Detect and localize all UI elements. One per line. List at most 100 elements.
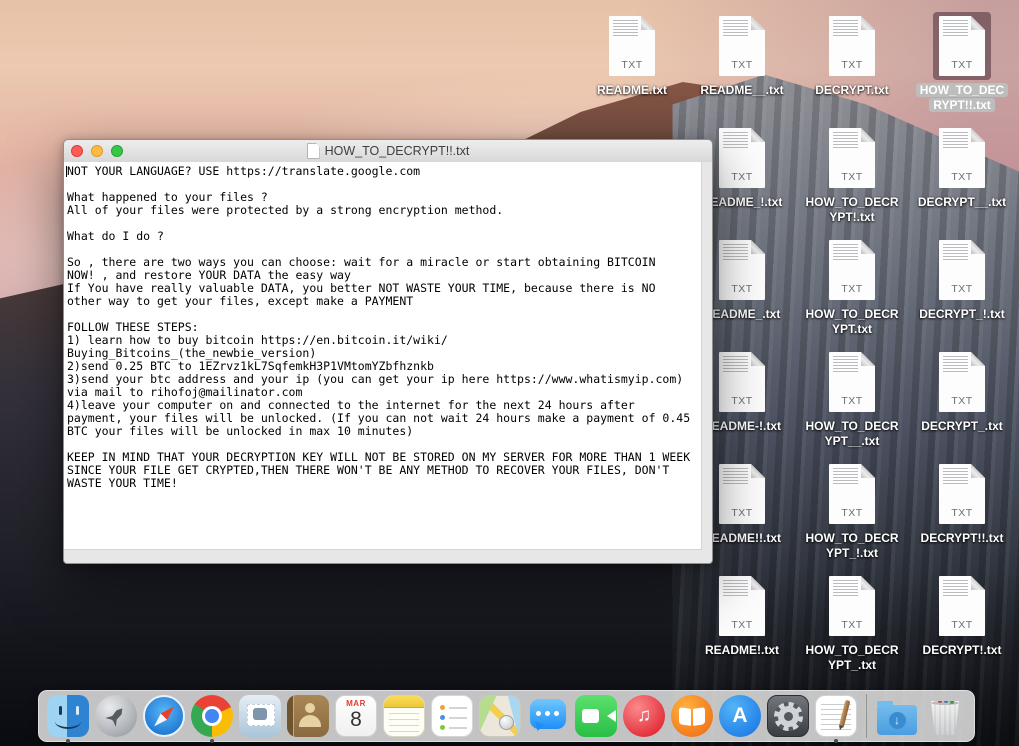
- txt-file-icon: TXT: [823, 236, 881, 304]
- txt-file-icon: TXT: [713, 348, 771, 416]
- dock-item-maps[interactable]: [478, 694, 522, 738]
- zoom-button[interactable]: [111, 145, 123, 157]
- dock-item-safari[interactable]: [142, 694, 186, 738]
- dock-item-messages[interactable]: [526, 694, 570, 738]
- desktop-icon-decrypt-1[interactable]: TXT DECRYPT__.txt: [907, 124, 1017, 210]
- icon-label: HOW_TO_DECRYPT__.txt: [805, 419, 898, 448]
- dock-divider: [866, 694, 867, 738]
- icon-label: DECRYPT.txt: [815, 83, 889, 97]
- minimize-button[interactable]: [91, 145, 103, 157]
- icon-label: HOW_TO_DECRYPT!!.txt: [916, 83, 1008, 112]
- facetime-icon: [575, 695, 617, 737]
- dock-item-reminders[interactable]: [430, 694, 474, 738]
- desktop-icon-readme--[interactable]: TXT README__.txt: [687, 12, 797, 98]
- dock-item-finder[interactable]: [46, 694, 90, 738]
- desktop-icon-how-to-decrypt-2[interactable]: TXT HOW_TO_DECRYPT.txt: [797, 236, 907, 337]
- dock-item-mail[interactable]: [238, 694, 282, 738]
- launchpad-icon: [95, 695, 137, 737]
- desktop-icon-how-to-decrypt-4[interactable]: TXT HOW_TO_DECRYPT_!.txt: [797, 460, 907, 561]
- txt-file-icon: TXT: [933, 348, 991, 416]
- txt-file-icon: TXT: [933, 236, 991, 304]
- desktop-icon-how-to-decrypt-1[interactable]: TXT HOW_TO_DECRYPT!.txt: [797, 124, 907, 225]
- downloads-folder-icon: ↓: [877, 705, 917, 735]
- messages-icon: [527, 695, 569, 737]
- dock-item-system-preferences[interactable]: [766, 694, 810, 738]
- running-indicator: [66, 739, 70, 743]
- icon-label: HOW_TO_DECRYPT_!.txt: [805, 531, 898, 560]
- dock-item-calendar[interactable]: MAR 8: [334, 694, 378, 738]
- chrome-icon: [191, 695, 233, 737]
- icon-label: DECRYPT!.txt: [923, 643, 1002, 657]
- dock-item-trash[interactable]: [923, 694, 967, 738]
- textedit-window: HOW_TO_DECRYPT!!.txt NOT YOUR LANGUAGE? …: [63, 139, 713, 564]
- icon-label: HOW_TO_DECRYPT!.txt: [805, 195, 898, 224]
- desktop-icon-decrypt-2[interactable]: TXT DECRYPT_!.txt: [907, 236, 1017, 322]
- ibooks-icon: [671, 695, 713, 737]
- text-editor-area[interactable]: NOT YOUR LANGUAGE? USE https://translate…: [64, 162, 702, 550]
- reminders-icon: [431, 695, 473, 737]
- desktop-icon-readme[interactable]: TXT README.txt: [577, 12, 687, 98]
- dock-item-notes[interactable]: [382, 694, 426, 738]
- desktop-icon-how-to-decrypt-selected[interactable]: TXT HOW_TO_DECRYPT!!.txt: [907, 12, 1017, 113]
- safari-icon: [143, 695, 185, 737]
- icon-label: README__.txt: [700, 83, 783, 97]
- txt-file-icon: TXT: [713, 572, 771, 640]
- txt-file-icon: TXT: [823, 348, 881, 416]
- itunes-icon: ♫: [623, 695, 665, 737]
- finder-icon: [47, 695, 89, 737]
- icon-label: README_.txt: [704, 307, 781, 321]
- txt-file-icon: TXT: [603, 12, 661, 80]
- dock-item-facetime[interactable]: [574, 694, 618, 738]
- app-store-icon: A: [719, 695, 761, 737]
- dock-item-textedit[interactable]: [814, 694, 858, 738]
- icon-label: README_!.txt: [702, 195, 783, 209]
- desktop-icon-how-to-decrypt-3[interactable]: TXT HOW_TO_DECRYPT__.txt: [797, 348, 907, 449]
- txt-file-icon: TXT: [823, 460, 881, 528]
- txt-file-icon: TXT: [823, 124, 881, 192]
- maps-icon: [479, 695, 521, 737]
- textedit-icon: [815, 695, 857, 737]
- contacts-icon: [287, 695, 329, 737]
- desktop-icon-readme-5[interactable]: TXT README!.txt: [687, 572, 797, 658]
- notes-icon: [383, 695, 425, 737]
- dock-item-launchpad[interactable]: [94, 694, 138, 738]
- dock-item-contacts[interactable]: [286, 694, 330, 738]
- calendar-icon: MAR 8: [335, 695, 377, 737]
- desktop-icon-decrypt[interactable]: TXT DECRYPT.txt: [797, 12, 907, 98]
- icon-label: HOW_TO_DECRYPT_.txt: [805, 643, 898, 672]
- gear-icon: [767, 695, 809, 737]
- txt-file-icon: TXT: [933, 572, 991, 640]
- txt-file-icon: TXT: [823, 12, 881, 80]
- running-indicator: [834, 739, 838, 743]
- document-icon: [307, 143, 320, 159]
- dock-item-ibooks[interactable]: [670, 694, 714, 738]
- dock-item-downloads[interactable]: ↓: [875, 694, 919, 738]
- icon-label: README.txt: [597, 83, 667, 97]
- trash-icon: [929, 701, 961, 735]
- dock-item-chrome[interactable]: [190, 694, 234, 738]
- window-titlebar[interactable]: HOW_TO_DECRYPT!!.txt: [64, 140, 712, 163]
- dock-item-itunes[interactable]: ♫: [622, 694, 666, 738]
- icon-label: README-!.txt: [703, 419, 781, 433]
- desktop-icon-decrypt-5[interactable]: TXT DECRYPT!.txt: [907, 572, 1017, 658]
- ransom-note-text[interactable]: NOT YOUR LANGUAGE? USE https://translate…: [64, 162, 701, 490]
- music-note-glyph: ♫: [623, 695, 665, 737]
- icon-label: DECRYPT_.txt: [921, 419, 1003, 433]
- txt-file-icon: TXT: [933, 12, 991, 80]
- icon-label: HOW_TO_DECRYPT.txt: [805, 307, 898, 336]
- txt-file-icon: TXT: [933, 460, 991, 528]
- mail-icon: [239, 695, 281, 737]
- desktop-icon-how-to-decrypt-5[interactable]: TXT HOW_TO_DECRYPT_.txt: [797, 572, 907, 673]
- dock-item-app-store[interactable]: A: [718, 694, 762, 738]
- desktop-icon-decrypt-3[interactable]: TXT DECRYPT_.txt: [907, 348, 1017, 434]
- txt-file-icon: TXT: [823, 572, 881, 640]
- close-button[interactable]: [71, 145, 83, 157]
- icon-label: DECRYPT!!.txt: [921, 531, 1004, 545]
- txt-file-icon: TXT: [933, 124, 991, 192]
- txt-file-icon: TXT: [713, 460, 771, 528]
- app-store-a-glyph: A: [719, 695, 761, 737]
- icon-label: README!.txt: [705, 643, 779, 657]
- icon-label: DECRYPT_!.txt: [919, 307, 1005, 321]
- txt-file-icon: TXT: [713, 12, 771, 80]
- desktop-icon-decrypt-4[interactable]: TXT DECRYPT!!.txt: [907, 460, 1017, 546]
